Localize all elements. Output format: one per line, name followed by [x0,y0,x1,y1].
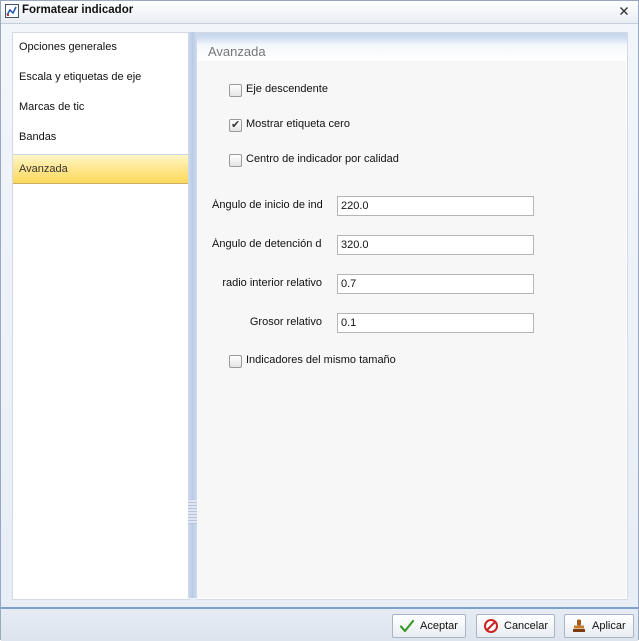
title-bar: Formatear indicador [1,1,638,24]
section-header: Avanzada [197,33,627,61]
inner-radius-label: radio interior relativo [222,277,322,289]
panel-splitter[interactable] [188,32,197,598]
checkmark-icon: ✔ [231,119,241,131]
category-list: Opciones generales Escala y etiquetas de… [12,32,190,600]
cancel-button-label: Cancelar [504,620,549,632]
thickness-input[interactable] [337,313,534,333]
nav-item-label: Marcas de tic [19,101,85,113]
stamp-icon [573,619,585,632]
section-title: Avanzada [208,44,266,59]
nav-item-scale-axis-labels[interactable]: Escala y etiquetas de eje [13,63,189,91]
apply-button[interactable]: Aplicar [564,614,634,638]
descending-axis-label: Eje descendente [246,83,328,95]
inner-radius-input[interactable] [337,274,534,294]
settings-panel: Avanzada Eje descendente ✔ Mostrar etiqu… [197,32,628,600]
nav-item-label: Escala y etiquetas de eje [19,71,142,83]
nav-item-label: Bandas [19,131,57,143]
checkmark-icon [399,619,415,633]
dialog-footer: Aceptar Cancelar Aplicar [1,607,638,641]
close-icon[interactable] [616,3,632,19]
window-title: Formatear indicador [22,4,134,16]
descending-axis-checkbox[interactable] [229,84,242,97]
cancel-icon [484,619,498,633]
stop-angle-label: Ángulo de detención de indicador [212,238,322,250]
nav-item-general-options[interactable]: Opciones generales [13,33,189,61]
ok-button[interactable]: Aceptar [392,614,466,638]
nav-item-bands[interactable]: Bandas [13,123,189,151]
same-size-label: Indicadores del mismo tamaño [246,354,396,366]
show-zero-label-label: Mostrar etiqueta cero [246,118,350,130]
start-angle-input[interactable] [337,196,534,216]
advanced-settings: Eje descendente ✔ Mostrar etiqueta cero … [197,61,626,598]
gauge-format-icon [5,4,19,18]
format-gauge-dialog: Formatear indicador Opciones generales E… [0,0,639,641]
show-zero-label-checkbox[interactable]: ✔ [229,119,242,132]
stop-angle-input[interactable] [337,235,534,255]
same-size-checkbox[interactable] [229,355,242,368]
cancel-button[interactable]: Cancelar [476,614,555,638]
nav-item-tick-marks[interactable]: Marcas de tic [13,93,189,121]
ok-button-label: Aceptar [420,620,458,632]
center-by-quality-checkbox[interactable] [229,154,242,167]
start-angle-label: Ángulo de inicio de indicador [212,199,322,211]
nav-item-label: Avanzada [19,163,68,175]
nav-item-advanced[interactable]: Avanzada [13,154,189,184]
splitter-grip[interactable] [188,500,197,524]
thickness-label: Grosor relativo [249,316,322,328]
apply-button-label: Aplicar [592,620,626,632]
nav-item-label: Opciones generales [19,41,117,53]
center-by-quality-label: Centro de indicador por calidad [246,153,399,165]
